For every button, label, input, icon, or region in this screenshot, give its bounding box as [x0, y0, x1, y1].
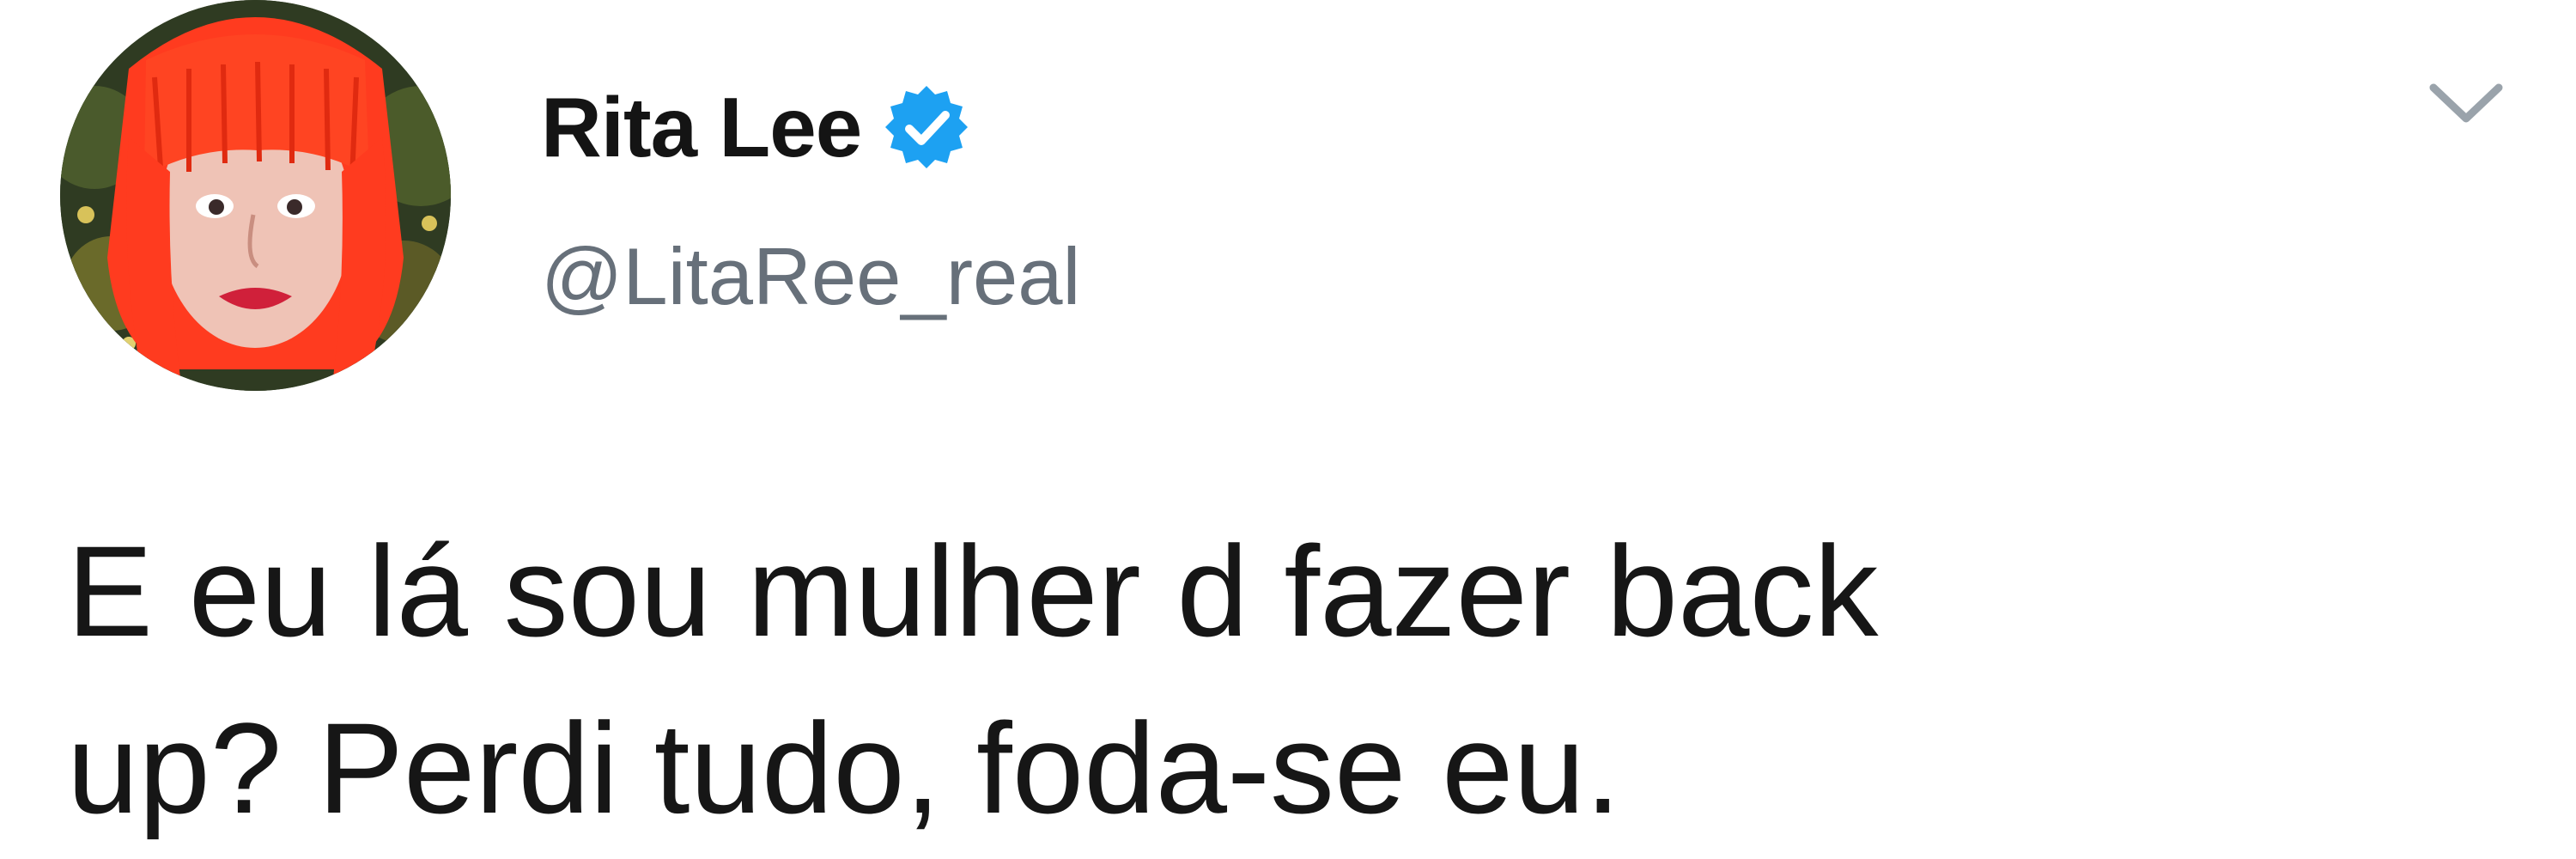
user-name-row: Rita Lee: [541, 76, 971, 179]
tweet-text-line: E eu lá sou mulher d fazer back: [67, 519, 1879, 663]
avatar-image: [60, 0, 451, 391]
user-handle[interactable]: @LitaRee_real: [541, 230, 1080, 323]
verified-badge-icon: [882, 82, 971, 172]
tweet-text-line: up? Perdi tudo, foda-se eu.: [67, 696, 1621, 840]
tweet-card: Rita Lee @LitaRee_real E eu lá sou mulhe…: [0, 0, 2576, 859]
avatar[interactable]: [60, 0, 451, 391]
tweet-text: E eu lá sou mulher d fazer back up? Perd…: [67, 503, 2437, 856]
chevron-down-icon[interactable]: [2427, 79, 2506, 131]
display-name[interactable]: Rita Lee: [541, 79, 862, 176]
